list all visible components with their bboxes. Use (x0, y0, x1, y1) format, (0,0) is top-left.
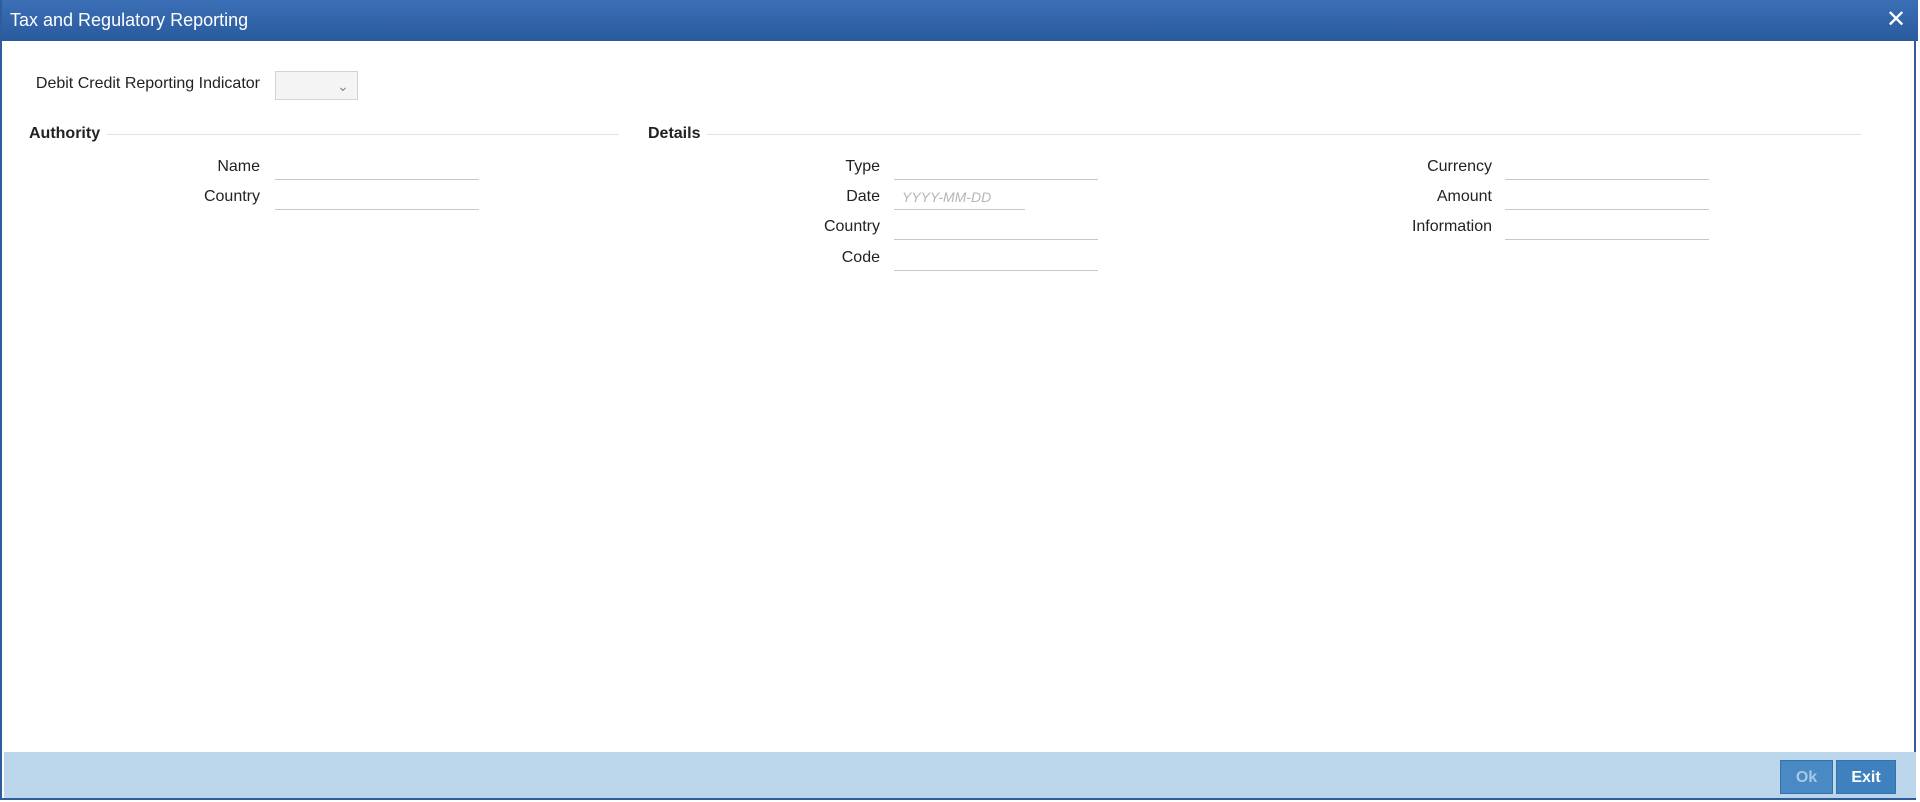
authority-divider (107, 134, 619, 135)
details-divider (707, 134, 1861, 135)
title-bar: Tax and Regulatory Reporting ✕ (2, 0, 1918, 41)
debit-credit-label: Debit Credit Reporting Indicator (35, 75, 260, 92)
details-amount-input[interactable] (1505, 184, 1709, 210)
exit-button[interactable]: Exit (1836, 760, 1896, 794)
chevron-down-icon: ⌄ (337, 78, 349, 94)
window-title: Tax and Regulatory Reporting (10, 10, 249, 30)
authority-section-title: Authority (29, 125, 101, 142)
details-amount-label: Amount (1436, 188, 1492, 205)
close-icon[interactable]: ✕ (1884, 8, 1908, 32)
details-country-input[interactable] (894, 214, 1098, 240)
details-section-title: Details (648, 125, 701, 142)
debit-credit-select[interactable]: ⌄ (275, 71, 358, 100)
authority-name-label: Name (217, 158, 260, 175)
details-information-label: Information (1411, 218, 1492, 235)
details-currency-label: Currency (1427, 158, 1492, 175)
authority-country-label: Country (203, 188, 260, 205)
details-type-label: Type (845, 158, 880, 175)
details-currency-input[interactable] (1505, 154, 1709, 180)
details-date-input[interactable] (894, 184, 1025, 210)
dialog-footer (4, 752, 1916, 798)
authority-name-input[interactable] (275, 154, 479, 180)
details-type-input[interactable] (894, 154, 1098, 180)
dialog-window: Tax and Regulatory Reporting ✕ Debit Cre… (0, 0, 1918, 800)
details-information-input[interactable] (1505, 214, 1709, 240)
details-date-label: Date (846, 188, 880, 205)
details-code-label: Code (841, 249, 880, 266)
details-code-input[interactable] (894, 245, 1098, 271)
ok-button[interactable]: Ok (1780, 760, 1833, 794)
authority-country-input[interactable] (275, 184, 479, 210)
details-country-label: Country (823, 218, 880, 235)
